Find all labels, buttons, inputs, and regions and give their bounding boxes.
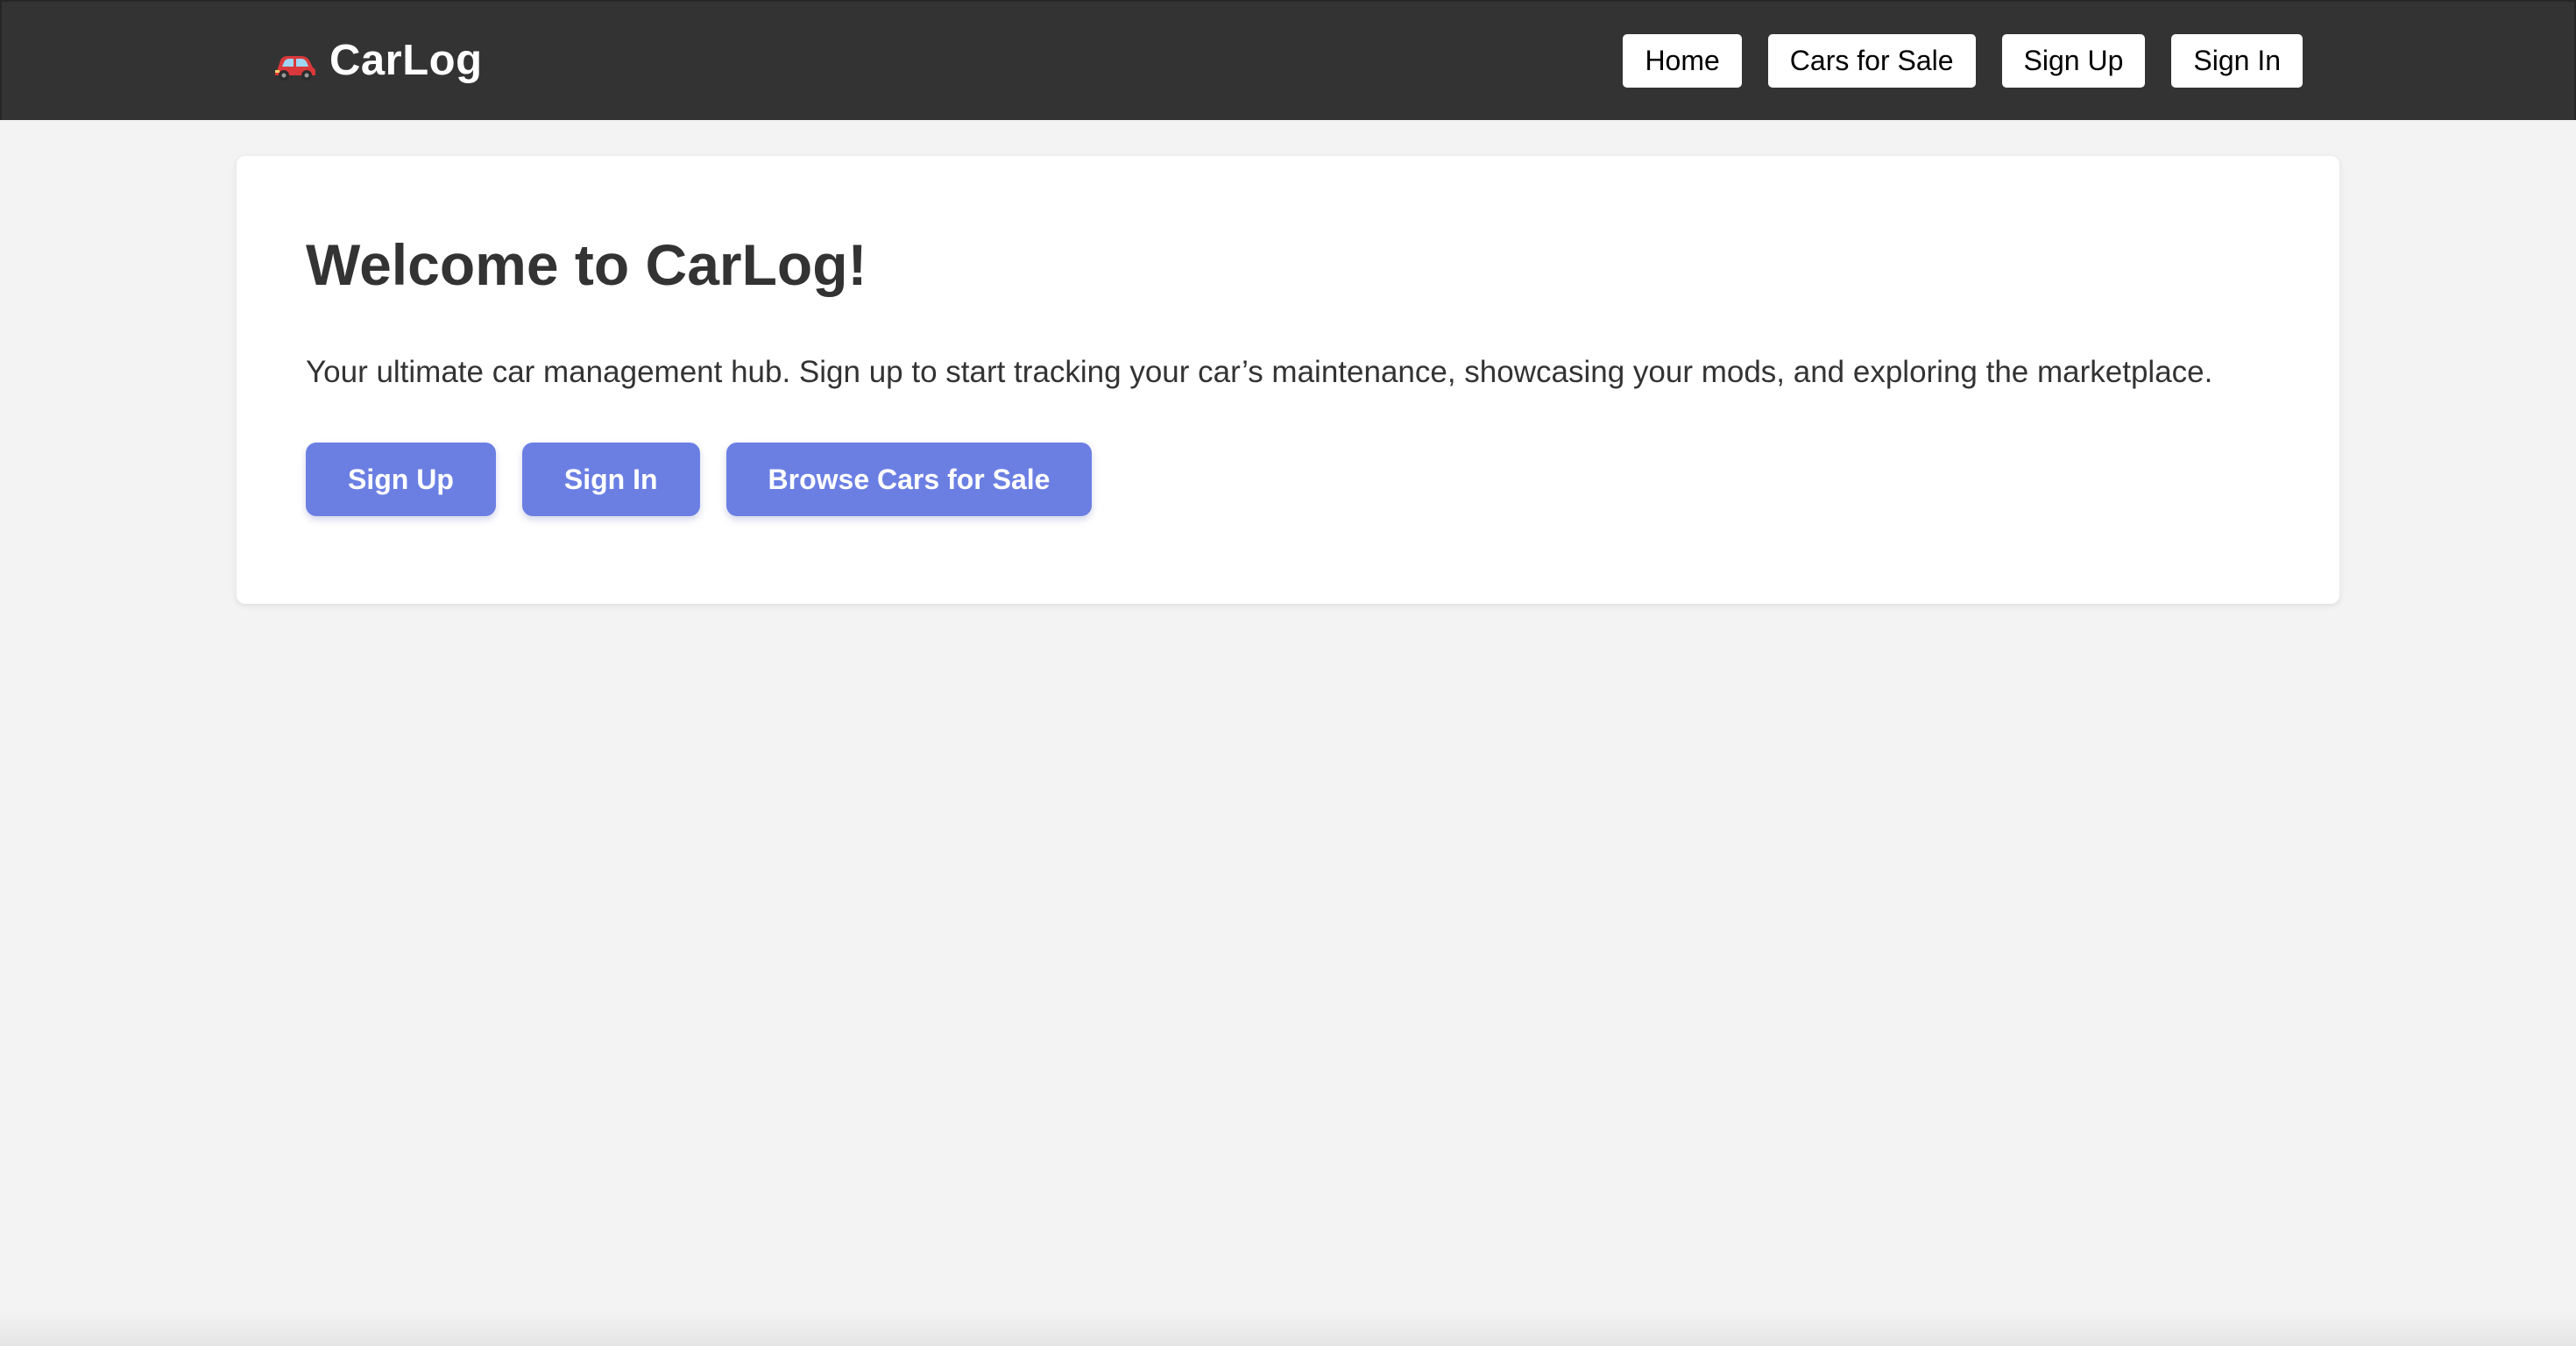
- nav-sign-in-button[interactable]: Sign In: [2171, 34, 2303, 88]
- top-navbar: CarLog Home Cars for Sale Sign Up Sign I…: [0, 0, 2576, 120]
- sign-up-button[interactable]: Sign Up: [306, 443, 496, 516]
- sign-in-button[interactable]: Sign In: [521, 443, 700, 516]
- brand-name: CarLog: [329, 37, 483, 84]
- nav-sign-up-button[interactable]: Sign Up: [2001, 34, 2146, 88]
- page-title: Welcome to CarLog!: [306, 232, 867, 297]
- brand-logo[interactable]: CarLog: [272, 32, 483, 89]
- hero-actions: Sign Up Sign In Browse Cars for Sale: [306, 443, 1093, 516]
- welcome-card: Welcome to CarLog! Your ultimate car man…: [237, 156, 2339, 604]
- nav-cars-for-sale-button[interactable]: Cars for Sale: [1767, 34, 1976, 88]
- welcome-description: Your ultimate car management hub. Sign u…: [306, 355, 2213, 389]
- car-icon: [272, 45, 317, 81]
- nav-home-button[interactable]: Home: [1623, 34, 1742, 88]
- nav-links: Home Cars for Sale Sign Up Sign In: [1623, 34, 2303, 88]
- bottom-shadow: [0, 1311, 2576, 1346]
- browse-cars-button[interactable]: Browse Cars for Sale: [725, 443, 1093, 516]
